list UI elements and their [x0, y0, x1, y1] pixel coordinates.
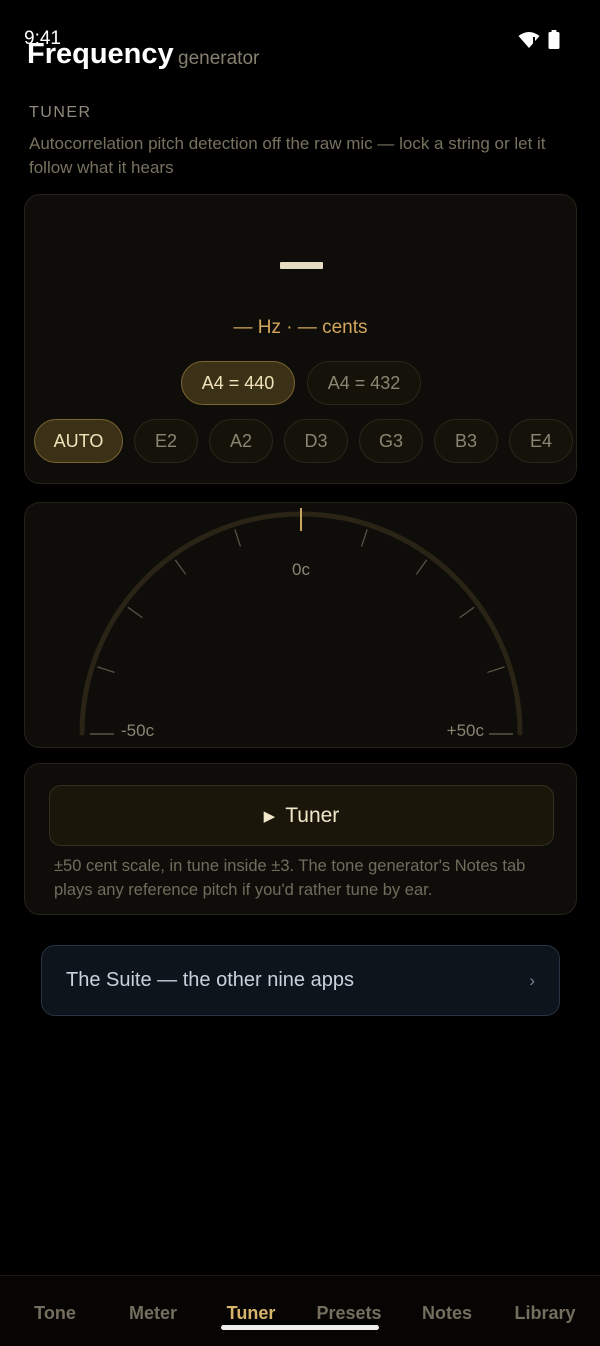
tab-notes[interactable]: Notes	[422, 1303, 472, 1324]
reference-option-440[interactable]: A4 = 440	[181, 361, 295, 405]
gauge-arc	[79, 511, 523, 736]
suite-link-label: The Suite — the other nine apps	[66, 969, 354, 991]
string-selector: AUTO E2 A2 D3 G3 B3 E4	[34, 419, 573, 463]
section-label: TUNER	[29, 104, 92, 121]
tuner-control-card: ▶ Tuner ±50 cent scale, in tune inside ±…	[24, 763, 577, 915]
tab-meter[interactable]: Meter	[129, 1303, 177, 1324]
string-option-auto[interactable]: AUTO	[34, 419, 123, 463]
string-option-d3[interactable]: D3	[284, 419, 348, 463]
home-indicator	[221, 1325, 379, 1330]
status-icons	[518, 30, 560, 49]
tuner-start-button[interactable]: ▶ Tuner	[49, 785, 554, 846]
reference-pitch-selector: A4 = 440 A4 = 432	[181, 361, 421, 405]
gauge-tick	[415, 559, 428, 575]
gauge-tick	[127, 606, 143, 619]
gauge-tick	[97, 666, 115, 674]
tuner-readout-card: — Hz · — cents A4 = 440 A4 = 432 AUTO E2…	[24, 194, 577, 484]
wifi-icon	[518, 31, 540, 48]
string-option-g3[interactable]: G3	[359, 419, 423, 463]
reference-option-432[interactable]: A4 = 432	[307, 361, 421, 405]
chevron-right-icon: ›	[529, 970, 535, 990]
tab-library[interactable]: Library	[514, 1303, 575, 1324]
tab-presets[interactable]: Presets	[316, 1303, 381, 1324]
battery-icon	[548, 30, 560, 49]
gauge-tick	[487, 666, 505, 674]
suite-link[interactable]: The Suite — the other nine apps ›	[41, 945, 560, 1016]
string-option-e2[interactable]: E2	[134, 419, 198, 463]
app-subtitle: generator	[178, 48, 260, 69]
gauge-tick	[174, 559, 187, 575]
gauge-ticks	[97, 508, 505, 674]
detected-note-placeholder	[280, 262, 323, 269]
gauge-max-label: +50c	[447, 721, 485, 740]
gauge-center-label: 0c	[292, 560, 310, 579]
tab-tone[interactable]: Tone	[34, 1303, 76, 1324]
frequency-cents-readout: — Hz · — cents	[233, 317, 368, 338]
cents-gauge-card: 0c -50c +50c	[24, 502, 577, 748]
gauge-tick	[360, 529, 368, 547]
cents-gauge: 0c -50c +50c	[79, 508, 523, 740]
tab-tuner[interactable]: Tuner	[227, 1303, 276, 1324]
gauge-tick	[459, 606, 475, 619]
app-title: Frequency	[27, 38, 174, 70]
string-option-e4[interactable]: E4	[509, 419, 573, 463]
play-icon: ▶	[263, 807, 276, 825]
gauge-tick	[234, 529, 242, 547]
string-option-b3[interactable]: B3	[434, 419, 498, 463]
gauge-min-label: -50c	[121, 721, 155, 740]
tuner-button-label: Tuner	[285, 803, 340, 827]
bottom-tab-bar: Tone Meter Tuner Presets Notes Library	[0, 1275, 600, 1346]
tuner-help-text: ±50 cent scale, in tune inside ±3. The t…	[54, 857, 526, 899]
section-description: Autocorrelation pitch detection off the …	[29, 134, 546, 177]
string-option-a2[interactable]: A2	[209, 419, 273, 463]
